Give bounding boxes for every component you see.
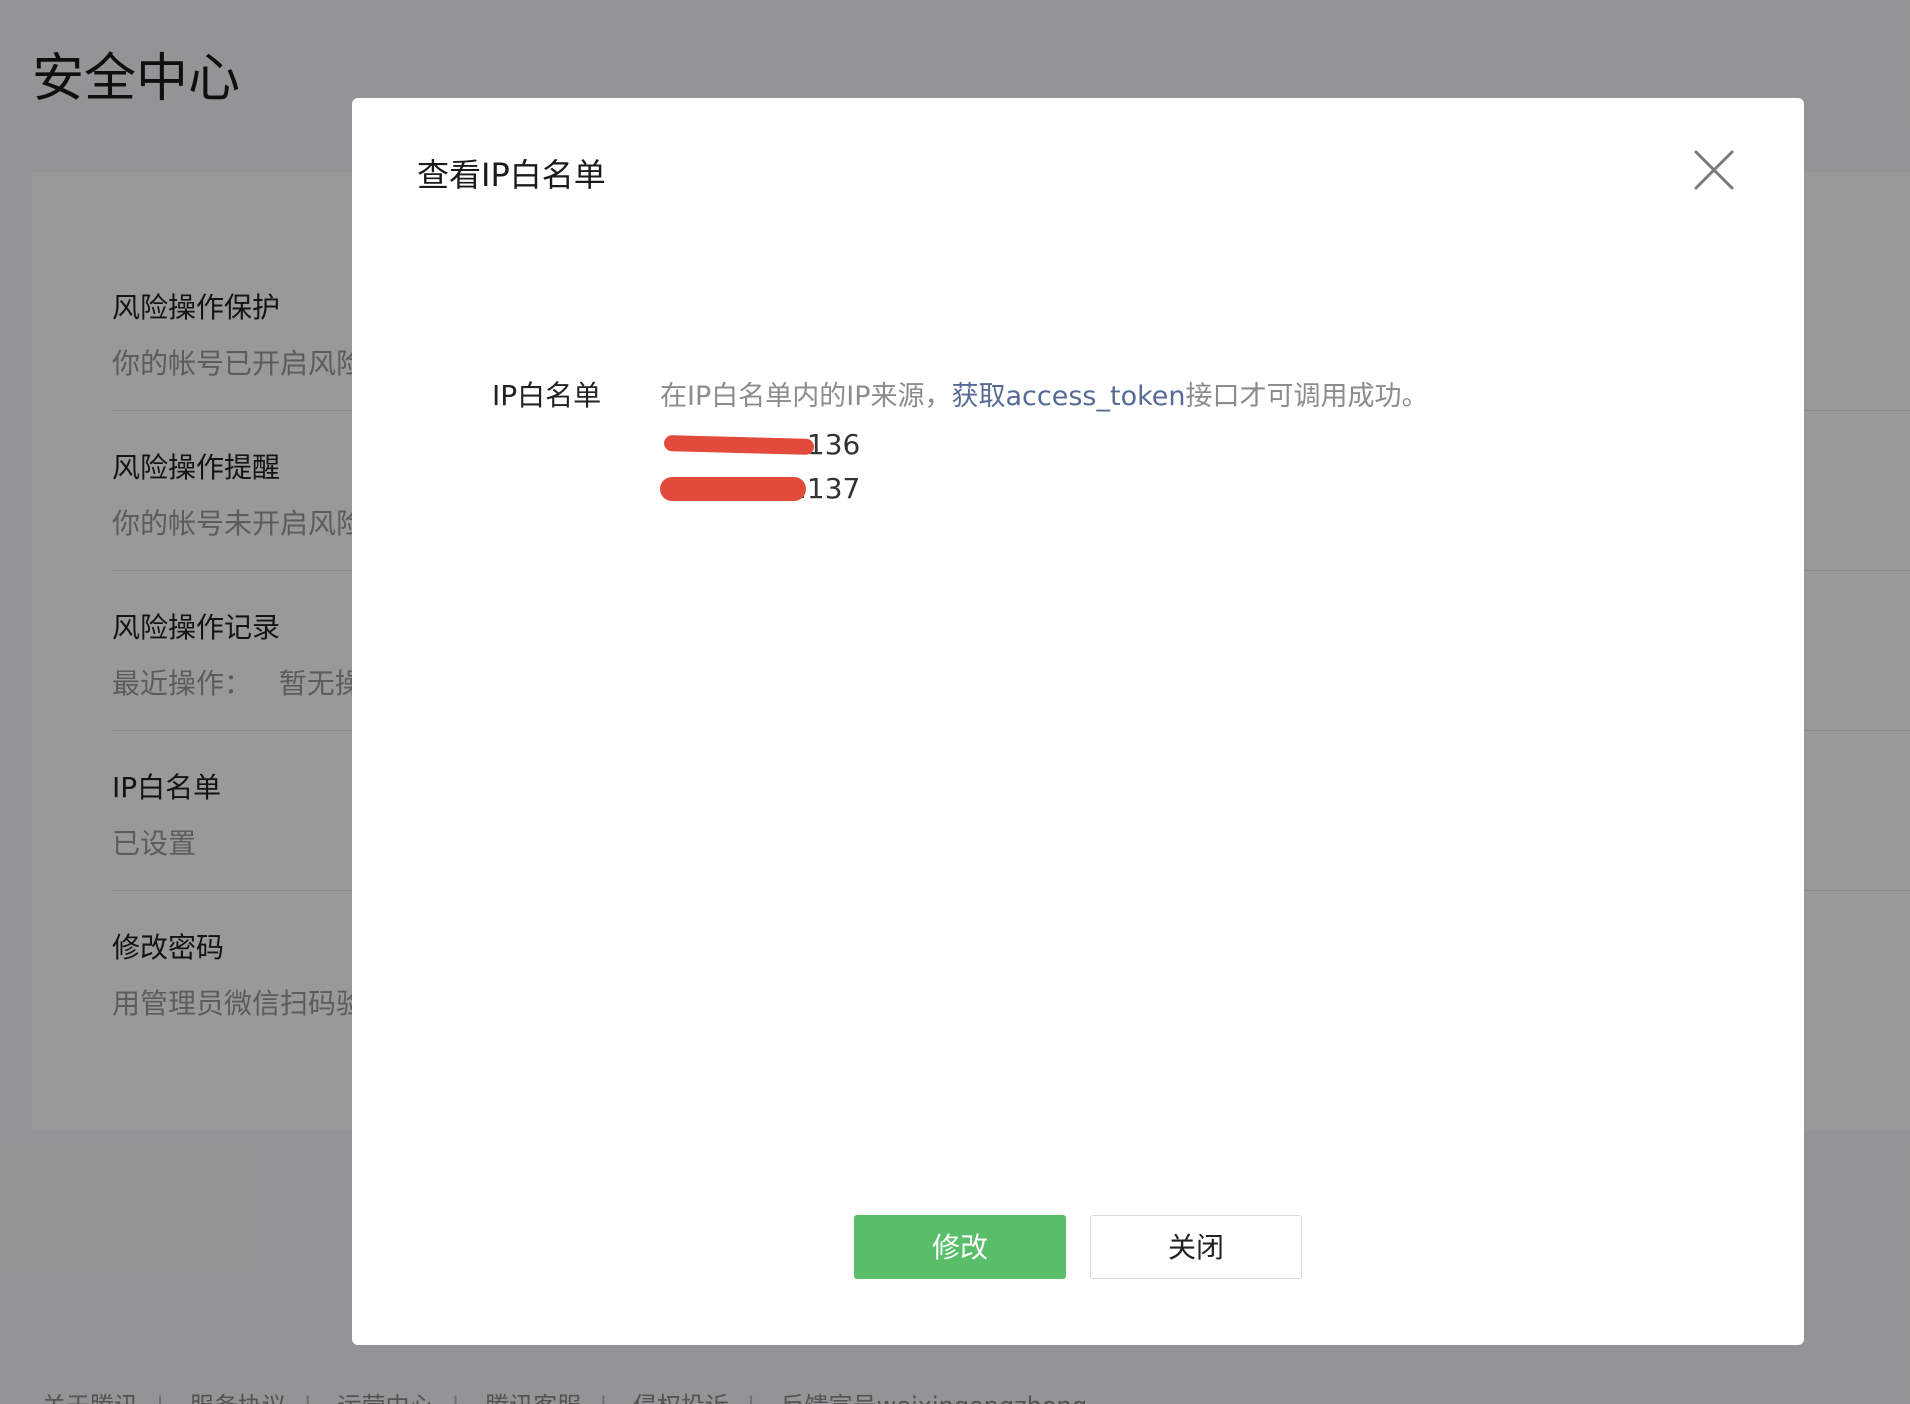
dialog-title: 查看IP白名单 [417,156,606,194]
hint-prefix: 在IP白名单内的IP来源， [660,381,952,412]
close-button[interactable]: 关闭 [1090,1215,1302,1279]
ip-whitelist-hint: 在IP白名单内的IP来源，获取access_token接口才可调用成功。 [660,374,1660,413]
modify-button[interactable]: 修改 [854,1215,1066,1279]
ip-list: .136 .137 [660,423,1660,511]
ip-entry: .137 [660,467,1660,511]
hint-suffix: 接口才可调用成功。 [1185,381,1429,412]
ip-whitelist-content: 在IP白名单内的IP来源，获取access_token接口才可调用成功。 .13… [660,374,1660,511]
ip-whitelist-label: IP白名单 [492,379,602,412]
redaction-mark [660,477,806,501]
ip-whitelist-dialog: 查看IP白名单 IP白名单 在IP白名单内的IP来源，获取access_toke… [352,98,1804,1345]
ip-entry: .136 [660,423,1660,467]
close-icon[interactable] [1692,148,1736,192]
access-token-link[interactable]: 获取access_token [952,381,1186,412]
